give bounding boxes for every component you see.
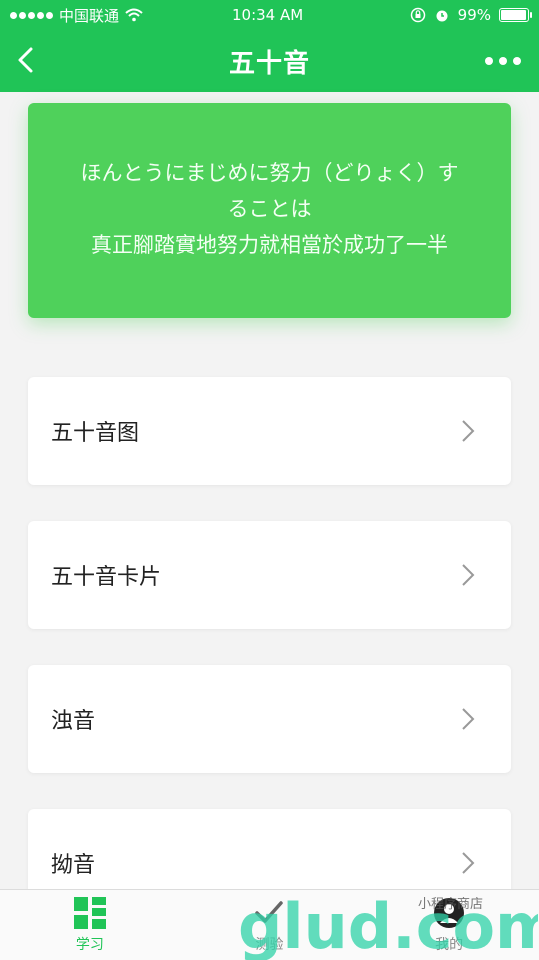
battery-percent: 99% — [457, 6, 491, 24]
more-menu-button[interactable] — [485, 57, 521, 65]
status-bar: 中国联通 10:34 AM 99% — [0, 0, 539, 30]
more-dot-icon — [499, 57, 507, 65]
menu-item-label: 五十音卡片 — [51, 565, 162, 590]
tab-label: 我的 — [435, 937, 464, 953]
wifi-icon — [125, 8, 143, 22]
tab-label: 测验 — [255, 937, 284, 953]
chevron-right-icon — [462, 852, 475, 874]
status-right: 99% — [410, 6, 532, 24]
carrier-name: 中国联通 — [59, 6, 120, 25]
status-time: 10:34 AM — [232, 6, 304, 24]
tab-bar: 学习 测验 我的 — [0, 889, 539, 960]
more-dot-icon — [485, 57, 493, 65]
quote-line-3: 真正腳踏實地努力就相當於成功了一半 — [91, 233, 448, 257]
chevron-right-icon — [462, 420, 475, 442]
signal-strength-icon — [10, 11, 53, 19]
nav-bar: 五十音 — [0, 30, 539, 92]
user-icon — [434, 898, 465, 928]
orientation-lock-icon — [410, 7, 425, 23]
quote-line-1: ほんとうにまじめに努力（どりょく）す — [80, 161, 459, 185]
tab-label: 学习 — [75, 937, 104, 953]
tab-mine[interactable]: 我的 — [389, 896, 509, 954]
status-left: 中国联通 — [10, 5, 143, 26]
quote-banner: ほんとうにまじめに努力（どりょく）す ることは 真正腳踏實地努力就相當於成功了一… — [28, 103, 511, 318]
menu-item-gojuon-cards[interactable]: 五十音卡片 — [28, 521, 511, 629]
menu-item-label: 拗音 — [51, 853, 96, 878]
menu-item-label: 五十音图 — [51, 421, 140, 446]
page-title: 五十音 — [228, 48, 310, 79]
chevron-right-icon — [462, 564, 475, 586]
grid-icon — [73, 897, 106, 929]
check-icon — [255, 901, 284, 923]
more-dot-icon — [513, 57, 521, 65]
chevron-right-icon — [462, 708, 475, 730]
menu-item-voiced-sounds[interactable]: 浊音 — [28, 665, 511, 773]
menu-item-label: 浊音 — [51, 709, 96, 734]
tab-study[interactable]: 学习 — [30, 896, 150, 954]
battery-fill — [501, 10, 526, 20]
menu-item-gojuon-chart[interactable]: 五十音图 — [28, 377, 511, 485]
quote-line-2: ることは — [227, 197, 312, 221]
tab-quiz[interactable]: 测验 — [209, 896, 329, 954]
alarm-icon — [436, 10, 448, 22]
battery-icon — [499, 8, 532, 22]
back-button[interactable] — [12, 44, 44, 76]
